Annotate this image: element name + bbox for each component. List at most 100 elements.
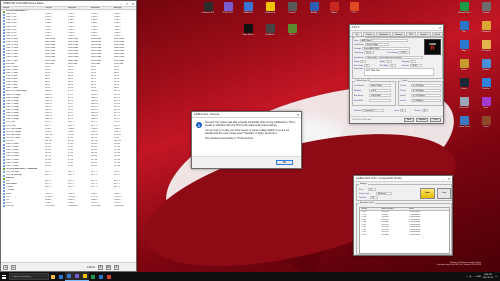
desktop-icon[interactable]: HWiNFO64 [240, 2, 256, 14]
column-header[interactable]: Minimum [68, 7, 91, 9]
ibt-titlebar[interactable]: IntelBurnTest v2.54 - by AgentGOD (64-bi… [354, 176, 452, 182]
desktop-icon-label: GPU-Z [289, 34, 295, 36]
threads-select[interactable]: 16 [370, 196, 378, 199]
start-button[interactable] [0, 272, 8, 281]
close-button[interactable]: ✕ [446, 176, 452, 181]
desktop-icon[interactable]: Videos [478, 116, 494, 128]
intelburntest-icon [83, 274, 87, 278]
desktop-icon[interactable]: CPUID CPU-Z [220, 2, 236, 14]
desktop-icon[interactable]: Control Panel [456, 116, 472, 128]
message-line: You can now try to raise your clock spee… [205, 130, 290, 135]
taskbar-app-store[interactable] [89, 272, 97, 281]
l1-data-field: L1 Data 8 x 32 KBytes [400, 84, 441, 87]
desktop-icon[interactable]: RealBench [262, 24, 278, 36]
collapse-icon[interactable]: ▸ [11, 264, 16, 270]
desktop-icon[interactable]: GPU-Z [284, 24, 300, 36]
desktop-icon[interactable]: Mail [456, 21, 472, 33]
expand-icon[interactable]: ◂ [3, 264, 8, 270]
stress-level-select[interactable]: Maximum [376, 192, 392, 195]
app-icon [481, 116, 491, 125]
desktop-icon[interactable]: Network [478, 59, 494, 71]
sensor-value: 15.4 W [114, 164, 120, 167]
cpuz-version: CPU-Z Ver. 1.80.0.x64 [352, 119, 371, 121]
taskbar-apps [49, 272, 113, 281]
instructions-field: Instructions MMX(+), SSE, SSE2, SSE3, SSS… [354, 68, 435, 76]
tab-graphics[interactable]: Graphics [417, 32, 431, 36]
desktop-icon[interactable]: Downloads [478, 21, 494, 33]
stop-button[interactable]: Stop [437, 188, 451, 199]
tab-memory[interactable]: Memory [392, 32, 406, 36]
desktop-icon[interactable]: Music [478, 97, 494, 109]
desktop-icon[interactable]: OCCT [346, 2, 362, 14]
desktop-icon[interactable]: 3DMark [326, 2, 342, 14]
tab-mainboard[interactable]: Mainboard [376, 32, 392, 36]
close-button[interactable]: ✕ [130, 1, 136, 6]
output-table[interactable]: Time (s) Speed (GFlops) Result 77.432 224.10… [359, 207, 450, 254]
desktop-icon[interactable]: Documents [478, 40, 494, 52]
desktop-icon[interactable]: Steam [456, 78, 472, 90]
windows-logo-icon [2, 274, 6, 279]
ok-button[interactable]: OK [276, 160, 293, 165]
sensor-row[interactable]: CPU Fan 1,551 RPM 1,034 RPM 1,567 RPM 1,498 … [1, 205, 136, 208]
app-icon [481, 40, 491, 49]
taskbar-app-mail[interactable] [97, 272, 105, 281]
taskbar-search-input[interactable]: ⌕ Ask me anything [9, 273, 49, 280]
validate-button[interactable]: Validate [416, 118, 429, 122]
field-value: 8 x 512 KBytes [411, 94, 441, 97]
language-indicator[interactable]: ENG [477, 276, 481, 278]
settings-icon[interactable]: ⚙ [105, 264, 111, 270]
field-value: AMD Ryzen 7 1700X Eight-Core Processor [365, 56, 424, 59]
close-button[interactable]: ✕ [437, 25, 443, 30]
desktop-icon[interactable]: Prime95 [284, 2, 300, 14]
group-title: Cache [401, 80, 409, 82]
column-header[interactable]: Sensor [1, 7, 45, 9]
tab-bench[interactable]: Bench [431, 32, 443, 36]
taskbar-app-file-explorer[interactable] [49, 272, 57, 281]
reset-icon[interactable]: ↺ [97, 264, 103, 270]
taskbar-app-chrome[interactable] [105, 272, 113, 281]
tools-button[interactable]: Tools [403, 118, 415, 122]
chevron-up-icon[interactable]: ˄ [466, 276, 467, 278]
desktop-icon[interactable]: IntelBurnTest [262, 2, 278, 14]
processor-select[interactable]: Processor #1 [362, 109, 385, 112]
taskbar-app-edge[interactable] [57, 272, 65, 281]
desktop-icon[interactable]: Microsoft Store [456, 2, 472, 14]
taskbar-app-intelburntest[interactable] [81, 272, 89, 281]
field-label: Instructions [354, 68, 364, 70]
sensor-list[interactable]: CPU [#0]: AMD Ryzen 7... Core #0 VID 1.350… [1, 10, 136, 262]
field-value: 100.00 MHz [369, 94, 391, 97]
desktop-icon[interactable]: Photos [456, 59, 472, 71]
network-icon[interactable]: ▤ [469, 276, 471, 278]
field-value: Socket AM4 (1331) [362, 47, 410, 50]
desktop-icon[interactable]: OneDrive [478, 78, 494, 90]
close-button[interactable]: Close [430, 118, 441, 122]
field-label: L1 Data [400, 84, 407, 87]
field-value [369, 99, 391, 102]
desktop-icon[interactable]: Edge [456, 40, 472, 52]
runs-input[interactable]: 10 [368, 188, 376, 191]
desktop-icon[interactable]: Settings [478, 2, 494, 14]
clock[interactable]: 8:44 PM 2017-07-15 [483, 274, 493, 279]
column-header[interactable]: Maximum [91, 7, 114, 9]
threads-field: Threads: 16 [359, 196, 378, 199]
group-title: Processor [355, 36, 366, 38]
notifications-icon[interactable]: ▭ [495, 276, 497, 278]
column-header[interactable]: Current [45, 7, 68, 9]
sensor-value: 56.1 °C [91, 174, 98, 177]
start-button[interactable]: Start [420, 188, 435, 199]
desktop-icon[interactable]: Recycle Bin [456, 97, 472, 109]
taskbar-app-cpuz[interactable] [73, 272, 81, 281]
volume-icon[interactable]: ◖ [473, 276, 474, 278]
table-row[interactable]: 77.298 224.4890 2.161193e-002 [360, 234, 449, 237]
field-value: MMX(+), SSE, SSE2, SSE3, SSSE3, SSE4.1, … [364, 68, 435, 76]
desktop-icon[interactable]: Cinebench R15 [200, 2, 216, 14]
column-header[interactable]: Average [114, 7, 136, 9]
desktop-icon[interactable]: AIDA64 [306, 2, 322, 14]
close-button[interactable]: ✕ [295, 112, 301, 117]
taskbar-app-hwinfo[interactable] [65, 272, 73, 281]
close-icon[interactable]: ✕ [113, 264, 119, 270]
tab-spd[interactable]: SPD [406, 32, 417, 36]
store-icon [91, 274, 95, 279]
desktop-icon[interactable]: Ryzen Master [240, 24, 256, 36]
watermark-line: Evaluation copy. Build 16232.rs3_release… [437, 264, 482, 267]
